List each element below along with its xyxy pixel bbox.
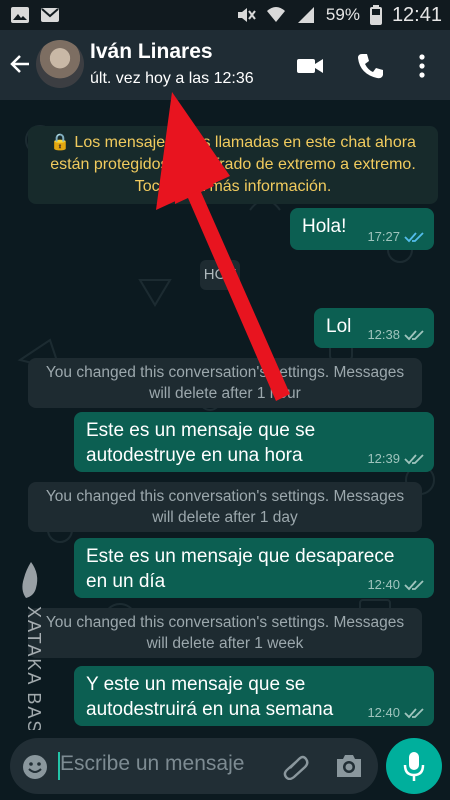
- delivered-ticks-icon: [404, 329, 424, 340]
- clock: 12:41: [391, 3, 442, 26]
- outgoing-message[interactable]: Lol 12:38: [314, 308, 434, 348]
- gmail-icon: [41, 8, 59, 22]
- outgoing-message[interactable]: Y este un mensaje que se autodestruirá e…: [74, 666, 434, 726]
- message-text: Y este un mensaje que se: [86, 674, 306, 695]
- phone-icon[interactable]: [356, 52, 384, 80]
- contact-name[interactable]: Iván Linares: [90, 40, 213, 64]
- encryption-notice-line: Toca para más información.: [134, 178, 332, 195]
- message-text: Este es un mensaje que desaparece: [86, 546, 395, 567]
- more-vert-icon[interactable]: [410, 52, 434, 80]
- message-input-container[interactable]: Escribe un mensaje: [10, 738, 378, 794]
- message-meta: 12:38: [367, 327, 424, 342]
- last-seen-status[interactable]: últ. vez hoy a las 12:36: [90, 70, 254, 88]
- video-call-icon[interactable]: [296, 52, 324, 80]
- outgoing-message[interactable]: Hola! 17:27: [290, 208, 434, 250]
- signal-icon: [297, 7, 314, 23]
- encryption-notice-line: 🔒 Los mensajes y las llamadas en este ch…: [50, 134, 416, 151]
- system-message-line: will delete after 1 hour: [149, 385, 301, 402]
- system-message: You changed this conversation's settings…: [28, 482, 422, 532]
- chat-header: Iván Linares últ. vez hoy a las 12:36: [0, 30, 450, 100]
- battery-icon: [369, 5, 382, 25]
- system-message: You changed this conversation's settings…: [28, 608, 422, 658]
- message-input[interactable]: Escribe un mensaje: [60, 752, 244, 776]
- message-time: 12:40: [367, 577, 400, 592]
- message-time: 12:39: [367, 451, 400, 466]
- battery-percent: 59%: [325, 5, 360, 24]
- status-bar: 59% 12:41: [0, 0, 450, 30]
- mic-button[interactable]: [386, 738, 442, 794]
- message-time: 12:38: [367, 327, 400, 342]
- xataka-logo-icon: [22, 562, 38, 598]
- delivered-ticks-icon: [404, 707, 424, 718]
- delivered-ticks-icon: [404, 453, 424, 464]
- read-ticks-icon: [404, 231, 424, 242]
- message-meta: 12:40: [367, 577, 424, 592]
- mic-icon: [403, 752, 425, 781]
- encryption-notice-line: están protegidos con cifrado de extremo …: [50, 156, 416, 173]
- system-message-line: You changed this conversation's settings…: [45, 614, 405, 631]
- camera-icon[interactable]: [334, 752, 364, 780]
- message-time: 12:40: [367, 705, 400, 720]
- message-text: Este es un mensaje que se: [86, 420, 316, 441]
- outgoing-message[interactable]: Este es un mensaje que se autodestruye e…: [74, 412, 434, 472]
- back-arrow-icon[interactable]: [8, 52, 32, 76]
- date-chip: HOY: [200, 260, 240, 290]
- emoji-icon[interactable]: [22, 754, 48, 780]
- attach-icon[interactable]: [282, 752, 310, 780]
- system-message-line: will delete after 1 week: [146, 635, 304, 652]
- wifi-icon: [266, 7, 285, 22]
- avatar[interactable]: [36, 40, 84, 88]
- message-meta: 12:40: [367, 705, 424, 720]
- system-message: You changed this conversation's settings…: [28, 358, 422, 408]
- chat-area[interactable]: 🔒 Los mensajes y las llamadas en este ch…: [0, 100, 450, 730]
- system-message-line: You changed this conversation's settings…: [45, 488, 405, 505]
- system-message-line: will delete after 1 day: [152, 509, 298, 526]
- composer-bar: Escribe un mensaje: [0, 730, 450, 800]
- delivered-ticks-icon: [404, 579, 424, 590]
- message-time: 17:27: [367, 229, 400, 244]
- message-meta: 17:27: [367, 229, 424, 244]
- gallery-icon: [11, 7, 29, 23]
- message-meta: 12:39: [367, 451, 424, 466]
- mute-icon: [237, 8, 256, 22]
- encryption-notice[interactable]: 🔒 Los mensajes y las llamadas en este ch…: [28, 126, 438, 204]
- outgoing-message[interactable]: Este es un mensaje que desaparece en un …: [74, 538, 434, 598]
- system-message-line: You changed this conversation's settings…: [45, 364, 405, 381]
